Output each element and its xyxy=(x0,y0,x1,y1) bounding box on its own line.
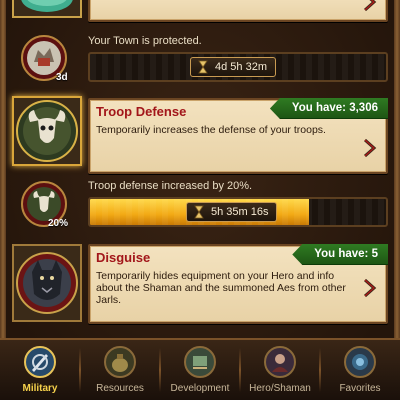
tab-hero-shaman-label: Hero/Shaman xyxy=(249,383,311,394)
chevron-right-icon[interactable] xyxy=(360,278,380,298)
chevron-right-icon[interactable] xyxy=(360,138,380,158)
tab-military[interactable]: Military xyxy=(0,340,80,400)
chevron-right-icon[interactable] xyxy=(360,0,380,12)
troop-defense-owned: You have: 3,306 xyxy=(269,98,388,119)
build-icon xyxy=(184,346,216,378)
hourglass-icon xyxy=(198,60,208,74)
troop-defense-timer-text: 5h 35m 16s xyxy=(211,206,269,218)
disguise-description: Temporarily hides equipment on your Hero… xyxy=(96,270,346,306)
disguise-icon-box[interactable] xyxy=(12,244,82,322)
troop-defense-status: Troop defense increased by 20%. xyxy=(88,180,253,192)
frame-left-border xyxy=(0,0,6,340)
troop-defense-description: Temporarily increases the defense of you… xyxy=(96,124,326,136)
protection-timer: 4d 5h 32m xyxy=(190,57,276,77)
tab-development[interactable]: Development xyxy=(160,340,240,400)
troop-defense-icon-box[interactable] xyxy=(12,96,82,166)
tab-resources[interactable]: Resources xyxy=(80,340,160,400)
resource-sack-icon xyxy=(104,346,136,378)
wolf-cloak-icon xyxy=(16,252,78,314)
tab-resources-label: Resources xyxy=(96,383,144,394)
hourglass-icon xyxy=(194,205,204,219)
favorites-icon xyxy=(344,346,376,378)
globe-icon xyxy=(21,0,73,12)
town-protected-status: Your Town is protected. xyxy=(88,35,202,47)
disguise-title: Disguise xyxy=(96,250,151,265)
have-label: You have: xyxy=(291,102,347,114)
tab-favorites-label: Favorites xyxy=(339,383,381,394)
have-label: You have: xyxy=(314,248,369,260)
partial-item-icon-box xyxy=(12,0,82,18)
tab-military-label: Military xyxy=(22,383,58,394)
bull-skull-shield-icon xyxy=(16,100,78,162)
hero-icon xyxy=(264,346,296,378)
troop-defense-title: Troop Defense xyxy=(96,104,187,119)
defense-boost-badge: 20% xyxy=(48,218,69,229)
protection-timer-bar: 4d 5h 32m xyxy=(88,52,388,82)
tab-favorites[interactable]: Favorites xyxy=(320,340,400,400)
sword-shield-icon xyxy=(24,346,56,378)
frame-right-border xyxy=(394,0,400,340)
have-count: 3,306 xyxy=(349,102,378,114)
tab-development-label: Development xyxy=(170,383,230,394)
troop-defense-timer: 5h 35m 16s xyxy=(186,202,278,222)
protection-duration-badge: 3d xyxy=(56,72,68,83)
troop-defense-timer-bar: 5h 35m 16s xyxy=(88,197,388,227)
have-count: 5 xyxy=(371,248,378,260)
disguise-owned: You have: 5 xyxy=(292,244,388,265)
disguise-panel[interactable]: Disguise You have: 5 Temporarily hides e… xyxy=(88,244,388,324)
troop-defense-panel[interactable]: Troop Defense You have: 3,306 Temporaril… xyxy=(88,98,388,174)
tab-hero-shaman[interactable]: Hero/Shaman xyxy=(240,340,320,400)
partial-item-panel[interactable] xyxy=(88,0,388,22)
protection-timer-text: 4d 5h 32m xyxy=(215,61,267,73)
bottom-tab-bar: Military Resources Development Hero/Sham… xyxy=(0,338,400,400)
